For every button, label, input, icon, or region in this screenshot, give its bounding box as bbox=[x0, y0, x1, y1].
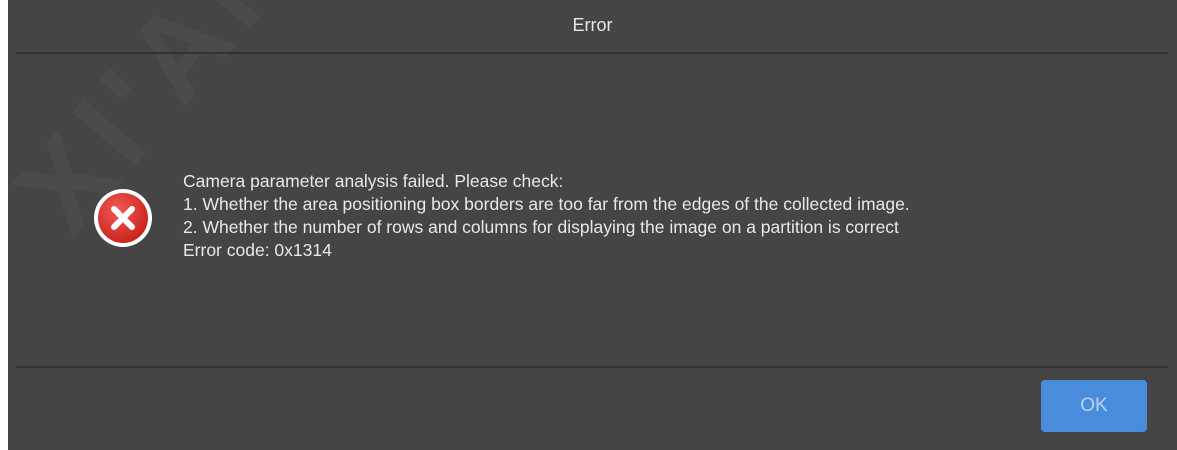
top-divider bbox=[16, 52, 1168, 54]
dialog-title: Error bbox=[572, 15, 613, 35]
error-code: Error code: 0x1314 bbox=[183, 240, 332, 260]
dialog-title-bar[interactable]: Error bbox=[8, 0, 1177, 52]
error-x-icon bbox=[92, 187, 154, 249]
message-line-2: 1. Whether the area positioning box bord… bbox=[183, 194, 910, 214]
error-dialog: XI'AN NOVAS Error Camera parameter analy… bbox=[8, 0, 1177, 450]
ok-button[interactable]: OK bbox=[1041, 380, 1147, 432]
error-message: Camera parameter analysis failed. Please… bbox=[183, 170, 1158, 262]
bottom-divider bbox=[16, 366, 1168, 368]
message-line-1: Camera parameter analysis failed. Please… bbox=[183, 171, 564, 191]
message-line-3: 2. Whether the number of rows and column… bbox=[183, 217, 899, 237]
